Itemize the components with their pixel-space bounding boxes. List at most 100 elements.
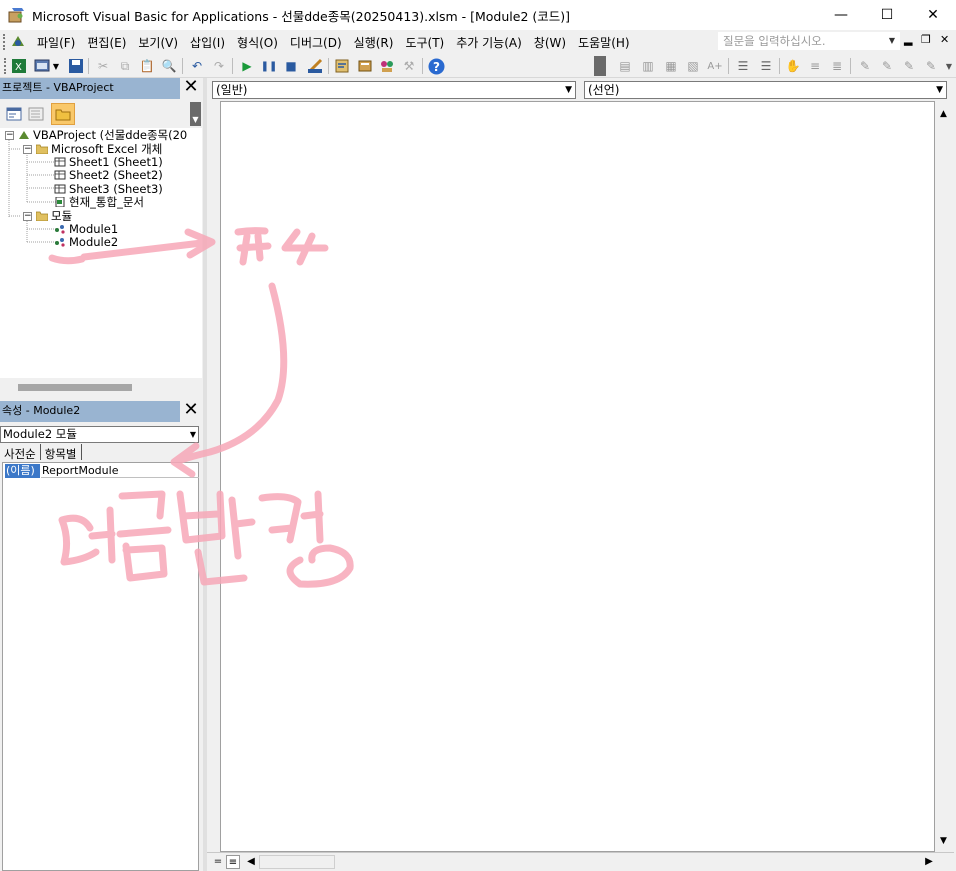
insert-userform-icon[interactable]	[33, 57, 51, 75]
scroll-down-icon[interactable]: ▼	[940, 836, 947, 846]
next-bookmark-icon[interactable]: ✎	[878, 57, 896, 75]
scroll-up-icon[interactable]: ▲	[940, 109, 947, 119]
copy-icon[interactable]: ⧉	[116, 57, 134, 75]
code-hscroll-thumb[interactable]	[259, 855, 335, 869]
minimize-button[interactable]: —	[818, 0, 864, 30]
worksheet-icon	[54, 184, 66, 194]
help-search-input[interactable]: 질문을 입력하십시오. ▼	[718, 32, 900, 50]
property-name-cell[interactable]: (이름)	[5, 464, 40, 478]
redo-icon[interactable]: ↷	[210, 57, 228, 75]
undo-icon[interactable]: ↶	[188, 57, 206, 75]
maximize-button[interactable]: ☐	[864, 0, 910, 30]
previous-bookmark-icon[interactable]: ✎	[900, 57, 918, 75]
toggle-folders-icon[interactable]	[51, 103, 75, 125]
tree-sheet2[interactable]: Sheet2 (Sheet2)	[54, 169, 163, 182]
collapse-excel-objects-icon[interactable]: −	[23, 145, 32, 154]
menu-view[interactable]: 보기(V)	[132, 34, 184, 51]
code-vscroll[interactable]: ▲ ▼	[936, 101, 954, 852]
comment-block-icon[interactable]: ≡	[806, 57, 824, 75]
object-browser-icon[interactable]	[378, 57, 396, 75]
menu-insert[interactable]: 삽입(I)	[184, 34, 231, 51]
menu-help[interactable]: 도움말(H)	[572, 34, 636, 51]
chevron-down-icon[interactable]: ▼	[565, 82, 572, 98]
scroll-left-icon[interactable]: ◀	[244, 855, 258, 869]
list-constants-icon[interactable]: ▥	[639, 57, 657, 75]
project-toolbar-overflow-icon[interactable]: ▼	[190, 102, 201, 126]
toggle-breakpoint-icon[interactable]: ✋	[784, 57, 802, 75]
project-tree: − VBAProject (선물dde종목(20 − Microsoft Exc…	[0, 128, 202, 378]
close-window-button[interactable]: ✕	[910, 0, 956, 30]
properties-panel-close-button[interactable]: ✕	[182, 401, 200, 420]
procedure-view-icon[interactable]: =	[211, 855, 225, 869]
edit-toolbar-grip[interactable]	[594, 56, 606, 76]
vba-menu-icon[interactable]	[7, 33, 29, 51]
indent-icon[interactable]: ☰	[734, 57, 752, 75]
toolbar-overflow-icon[interactable]: ▼	[944, 57, 954, 75]
tree-modules-folder[interactable]: 모듈	[35, 209, 73, 223]
mdi-minimize-button[interactable]: ▂	[904, 33, 912, 46]
scroll-right-icon[interactable]: ▶	[922, 855, 936, 869]
help-dropdown-icon[interactable]: ▼	[889, 33, 895, 49]
chevron-down-icon[interactable]: ▼	[936, 82, 943, 98]
parameter-info-icon[interactable]: ▧	[684, 57, 702, 75]
complete-word-icon[interactable]: A+	[706, 57, 724, 75]
toggle-bookmark-icon[interactable]: ✎	[856, 57, 874, 75]
tree-module2[interactable]: Module2	[54, 236, 118, 249]
procedure-combo[interactable]: (선언) ▼	[584, 81, 947, 99]
object-combo[interactable]: (일반) ▼	[212, 81, 576, 99]
full-module-view-icon[interactable]: ≡	[226, 855, 240, 869]
uncomment-block-icon[interactable]: ≣	[828, 57, 846, 75]
tab-alphabetic[interactable]: 사전순	[0, 444, 41, 461]
properties-window-icon[interactable]	[356, 57, 374, 75]
collapse-modules-icon[interactable]: −	[23, 212, 32, 221]
tree-vbaproject[interactable]: VBAProject (선물dde종목(20	[18, 129, 187, 142]
find-icon[interactable]: 🔍	[160, 57, 178, 75]
quick-info-icon[interactable]: ▦	[662, 57, 680, 75]
clear-bookmarks-icon[interactable]: ✎	[922, 57, 940, 75]
chevron-down-icon[interactable]: ▼	[190, 427, 196, 442]
reset-icon[interactable]: ■	[282, 57, 300, 75]
menu-run[interactable]: 실행(R)	[348, 34, 400, 51]
help-icon[interactable]: ?	[427, 57, 445, 75]
insert-dropdown-icon[interactable]: ▼	[51, 57, 61, 75]
project-explorer-icon[interactable]	[333, 57, 351, 75]
break-icon[interactable]: ❚❚	[260, 57, 278, 75]
code-margin-indicator[interactable]	[207, 101, 221, 852]
view-code-icon[interactable]	[5, 105, 23, 123]
cut-icon[interactable]: ✂	[94, 57, 112, 75]
vba-app-icon[interactable]	[8, 6, 26, 24]
design-mode-icon[interactable]	[306, 57, 324, 75]
properties-object-combo[interactable]: Module2 모듈 ▼	[0, 426, 199, 443]
menu-debug[interactable]: 디버그(D)	[284, 34, 348, 51]
project-panel-close-button[interactable]: ✕	[182, 78, 200, 97]
menu-file[interactable]: 파일(F)	[31, 34, 81, 51]
run-icon[interactable]: ▶	[238, 57, 256, 75]
tab-categorized[interactable]: 항목별	[41, 444, 82, 461]
toolbar-grip[interactable]	[4, 58, 8, 74]
tree-modules-folder-label: 모듈	[51, 209, 73, 223]
collapse-root-icon[interactable]: −	[5, 131, 14, 140]
procedure-combo-value: (선언)	[588, 83, 620, 97]
code-editor[interactable]	[207, 101, 935, 852]
tree-workbook[interactable]: 현재_통합_문서	[54, 196, 144, 209]
mdi-close-button[interactable]: ✕	[940, 33, 949, 46]
toolbar-separator	[88, 58, 89, 74]
module-icon	[54, 237, 66, 247]
title-bar: Microsoft Visual Basic for Applications …	[0, 0, 956, 30]
outdent-icon[interactable]: ☰	[757, 57, 775, 75]
mdi-restore-button[interactable]: ❐	[921, 33, 931, 46]
paste-icon[interactable]: 📋	[138, 57, 156, 75]
menu-addins[interactable]: 추가 기능(A)	[450, 34, 528, 51]
menu-window[interactable]: 창(W)	[528, 34, 572, 51]
menu-edit[interactable]: 편집(E)	[81, 34, 132, 51]
view-excel-icon[interactable]: X	[10, 57, 28, 75]
save-icon[interactable]	[67, 57, 85, 75]
list-properties-icon[interactable]: ▤	[616, 57, 634, 75]
property-value-input[interactable]: ReportModule	[41, 464, 199, 478]
project-panel-title: 프로젝트 - VBAProject	[2, 81, 114, 94]
menu-format[interactable]: 형식(O)	[231, 34, 284, 51]
menu-tools[interactable]: 도구(T)	[399, 34, 450, 51]
view-object-icon[interactable]	[27, 105, 45, 123]
project-hscroll-thumb[interactable]	[18, 384, 132, 391]
toolbox-icon[interactable]: ⚒	[400, 57, 418, 75]
